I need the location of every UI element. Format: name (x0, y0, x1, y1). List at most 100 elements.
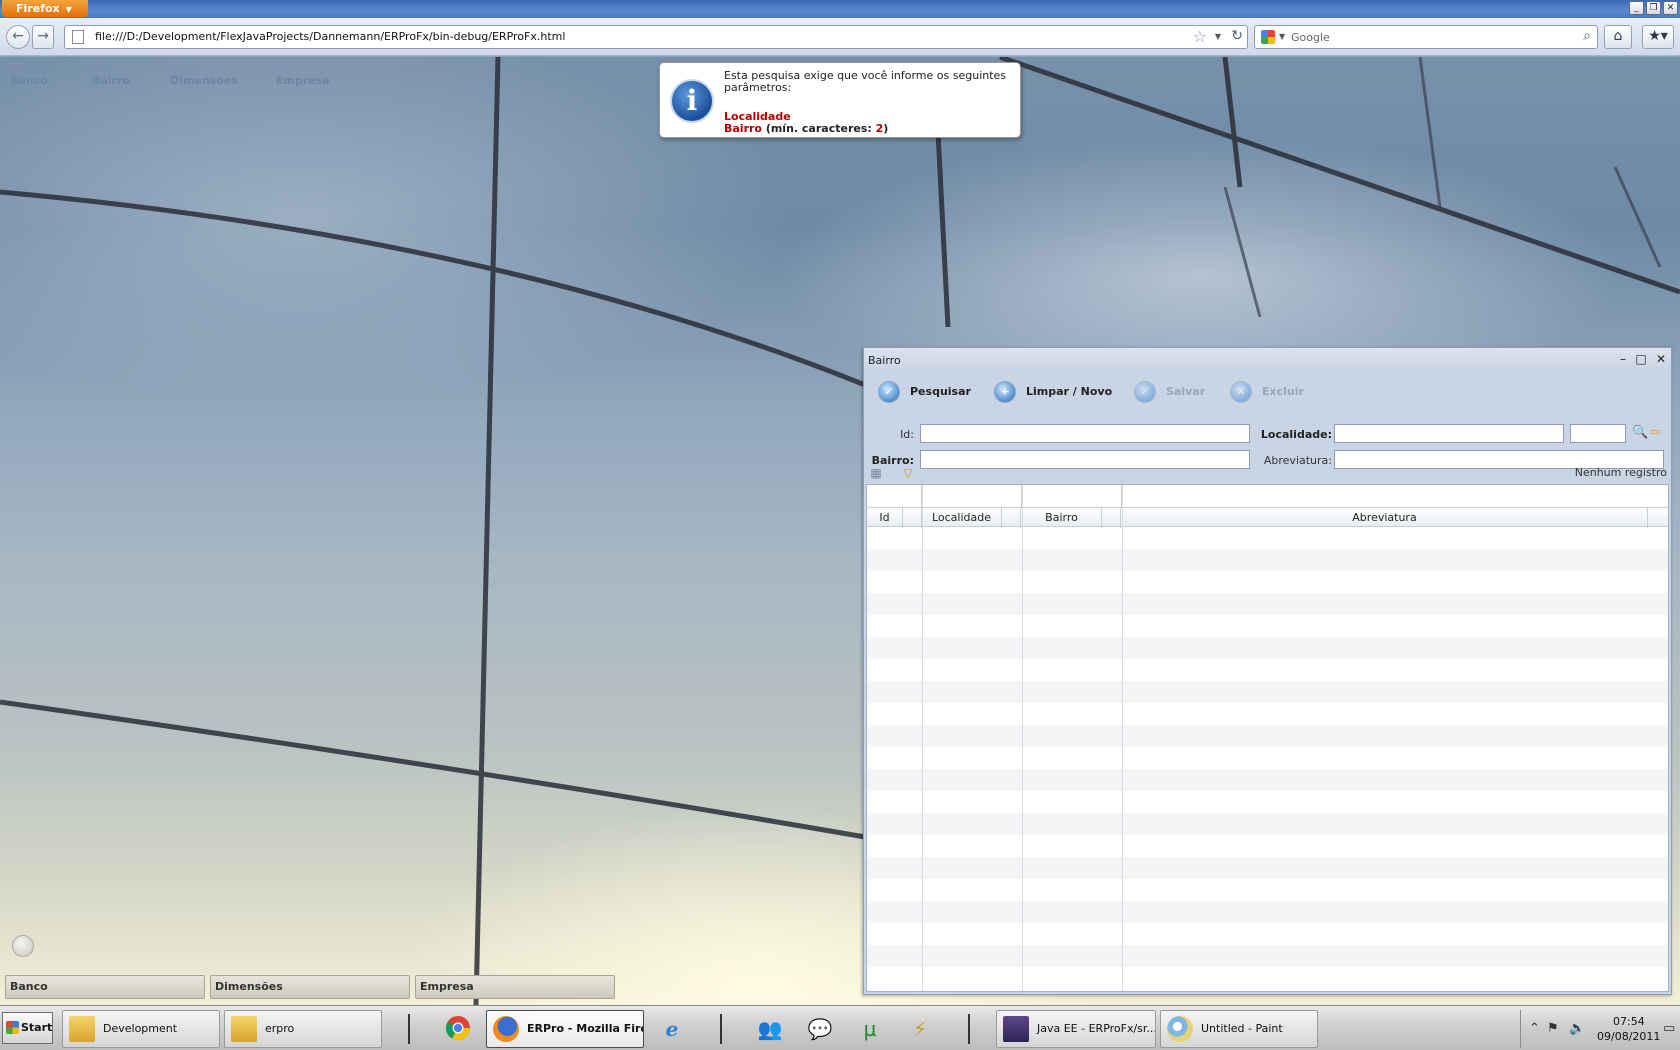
id-field[interactable] (920, 424, 1250, 443)
url-bar[interactable]: file:///D:/Development/FlexJavaProjects/… (64, 25, 1248, 49)
localidade-field[interactable] (1334, 424, 1564, 443)
bairro-window-titlebar[interactable]: Bairro – □ ✕ (864, 348, 1671, 372)
chevron-up-icon[interactable]: ⌃ (1529, 1021, 1540, 1036)
table-row[interactable] (867, 725, 1668, 747)
flex-app-viewport: Banco Bairro Dimensões Empresa i Esta pe… (0, 57, 1680, 1005)
save-icon: ✓ (1134, 381, 1156, 403)
search-placeholder[interactable]: Google (1291, 31, 1330, 44)
minimize-icon[interactable]: – (1616, 352, 1630, 366)
minimize-icon[interactable]: _ (1629, 1, 1644, 15)
task-firefox[interactable]: ERPro - Mozilla Fire... (486, 1010, 644, 1048)
table-row[interactable] (867, 967, 1668, 989)
lookup-search-icon[interactable]: 🔍 (1632, 425, 1648, 440)
column-header-id[interactable]: Id (867, 508, 903, 528)
google-talk-icon[interactable]: 💬 (806, 1015, 834, 1043)
results-grid[interactable]: Id Localidade Bairro Abreviatura (866, 484, 1669, 992)
filter-cell-id[interactable] (867, 485, 922, 507)
filter-cell-abreviatura[interactable] (1122, 485, 1668, 507)
search-icon[interactable]: ⌕ (1583, 28, 1591, 44)
table-row[interactable] (867, 769, 1668, 791)
chrome-icon[interactable] (444, 1015, 472, 1043)
volume-icon[interactable]: 🔈 (1569, 1021, 1585, 1036)
utorrent-icon[interactable]: µ (856, 1015, 884, 1043)
sort-handle[interactable] (1002, 508, 1021, 528)
google-icon[interactable] (1261, 30, 1275, 44)
url-text[interactable]: file:///D:/Development/FlexJavaProjects/… (95, 30, 565, 43)
id-label: Id: (900, 428, 914, 441)
filter-cell-bairro[interactable] (1022, 485, 1122, 507)
close-icon[interactable]: ✕ (1663, 1, 1678, 15)
table-row[interactable] (867, 945, 1668, 967)
task-paint[interactable]: Untitled - Paint (1160, 1010, 1318, 1048)
menu-item-icon (170, 63, 182, 72)
table-row[interactable] (867, 791, 1668, 813)
table-row[interactable] (867, 571, 1668, 593)
localidade-code-field[interactable] (1570, 424, 1626, 443)
table-row[interactable] (867, 593, 1668, 615)
restore-icon[interactable]: ❐ (1646, 1, 1661, 15)
bookmark-star-icon[interactable]: ☆ (1193, 27, 1207, 46)
column-header-abreviatura[interactable]: Abreviatura (1122, 508, 1648, 528)
firefox-menu-button[interactable]: Firefox ▼ (2, 0, 88, 17)
dock-tab-dimensoes[interactable]: Dimensões (210, 975, 410, 999)
filter-cell-localidade[interactable] (922, 485, 1022, 507)
toast-param-bairro-rest: (mín. caracteres: (761, 122, 876, 135)
reload-icon[interactable]: ↻ (1231, 28, 1243, 44)
table-row[interactable] (867, 549, 1668, 571)
close-icon[interactable]: ✕ (1654, 352, 1668, 366)
internet-explorer-icon[interactable]: e (658, 1015, 686, 1043)
table-row[interactable] (867, 857, 1668, 879)
os-taskbar: Start Development erpro ERPro - Mozilla … (0, 1005, 1680, 1050)
table-row[interactable] (867, 747, 1668, 769)
winamp-icon[interactable]: ⚡ (906, 1015, 934, 1043)
column-divider (922, 485, 923, 991)
menu-item-icon (92, 63, 104, 72)
search-bar[interactable]: ▼ Google ⌕ (1254, 25, 1598, 49)
clear-arrow-icon[interactable]: ⇦ (1650, 425, 1661, 440)
app-menu-bairro-label: Bairro (92, 74, 130, 87)
forward-arrow-icon[interactable]: → (32, 25, 54, 49)
table-row[interactable] (867, 923, 1668, 945)
messenger-icon[interactable]: 👥 (756, 1015, 784, 1043)
task-java-ee[interactable]: Java EE - ERProFx/sr... (996, 1010, 1156, 1048)
table-row[interactable] (867, 527, 1668, 549)
add-row-icon[interactable]: ▦ (868, 466, 884, 480)
table-row[interactable] (867, 681, 1668, 703)
sort-handle[interactable] (1102, 508, 1121, 528)
task-erpro-folder[interactable]: erpro (224, 1010, 382, 1048)
dock-bubble-icon[interactable] (12, 935, 34, 957)
bookmarks-menu-icon[interactable]: ★▾ (1642, 25, 1674, 49)
clock-time[interactable]: 07:54 (1613, 1015, 1645, 1028)
start-button[interactable]: Start (2, 1012, 53, 1044)
dock-tab-empresa[interactable]: Empresa (415, 975, 615, 999)
search-engine-dropdown-icon[interactable]: ▼ (1279, 32, 1285, 41)
table-row[interactable] (867, 703, 1668, 725)
clock-date[interactable]: 09/08/2011 (1597, 1030, 1660, 1043)
table-row[interactable] (867, 901, 1668, 923)
sort-handle[interactable] (903, 508, 922, 528)
dock-tab-banco[interactable]: Banco (5, 975, 205, 999)
home-icon[interactable]: ⌂ (1604, 25, 1632, 49)
column-header-localidade[interactable]: Localidade (922, 508, 1002, 528)
task-development[interactable]: Development (62, 1010, 220, 1048)
table-row[interactable] (867, 637, 1668, 659)
app-menu-empresa[interactable]: Empresa (276, 61, 330, 87)
show-desktop-icon[interactable]: ▭ (1663, 1021, 1675, 1036)
app-menu-bairro[interactable]: Bairro (92, 61, 130, 87)
maximize-icon[interactable]: □ (1634, 352, 1648, 366)
table-row[interactable] (867, 835, 1668, 857)
table-row[interactable] (867, 659, 1668, 681)
bairro-field[interactable] (920, 450, 1250, 469)
flag-icon[interactable]: ⚑ (1547, 1021, 1559, 1036)
clear-filter-icon[interactable]: ▽ (900, 466, 916, 480)
table-row[interactable] (867, 813, 1668, 835)
table-row[interactable] (867, 879, 1668, 901)
column-header-bairro[interactable]: Bairro (1022, 508, 1102, 528)
table-row[interactable] (867, 615, 1668, 637)
app-menu-banco[interactable]: Banco (10, 61, 48, 87)
record-count-status: Nenhum registro (1574, 466, 1667, 479)
app-menu-dimensoes[interactable]: Dimensões (170, 61, 238, 87)
sort-handle[interactable] (1648, 508, 1668, 528)
url-dropdown-icon[interactable]: ▼ (1215, 32, 1221, 41)
back-arrow-icon[interactable]: ← (6, 25, 30, 49)
